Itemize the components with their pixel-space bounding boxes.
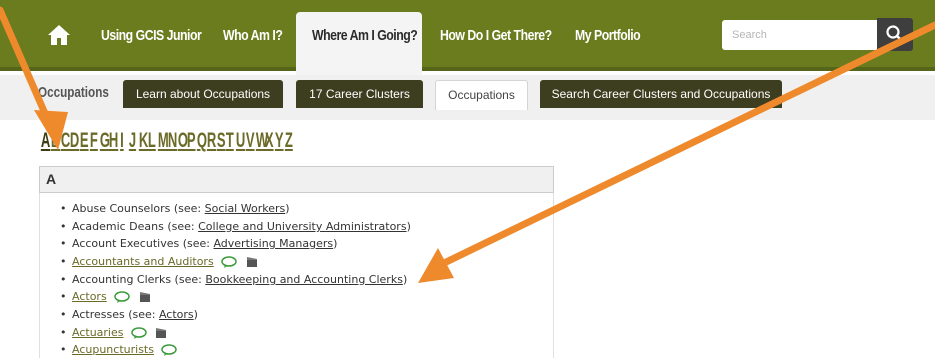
nav-who-am-i[interactable]: Who Am I? xyxy=(223,0,283,71)
list-item: • Actors xyxy=(60,289,150,305)
letter-u[interactable]: U xyxy=(236,128,245,154)
video-icon[interactable] xyxy=(246,257,257,267)
letter-v[interactable]: V xyxy=(246,128,255,154)
letter-k[interactable]: K xyxy=(138,128,147,154)
nav-where-am-i-going-label: Where Am I Going? xyxy=(312,27,418,44)
bullet: • xyxy=(60,273,67,286)
occupation-link[interactable]: Social Workers xyxy=(205,202,286,215)
occupation-link[interactable]: College and University Administrators xyxy=(198,220,406,233)
top-navigation: Using GCIS Junior Who Am I? Where Am I G… xyxy=(0,0,935,75)
letter-g[interactable]: G xyxy=(99,128,109,154)
occupation-link[interactable]: Actors xyxy=(72,290,107,303)
search-icon xyxy=(886,25,903,42)
speech-bubble-icon[interactable] xyxy=(114,291,130,303)
occupation-link[interactable]: Acupuncturists xyxy=(72,343,154,356)
nav-where-am-i-going[interactable]: Where Am I Going? xyxy=(296,12,422,75)
letter-i[interactable]: I xyxy=(119,128,125,154)
list-item: • Actresses (see: Actors) xyxy=(60,308,198,321)
letter-x[interactable]: X xyxy=(265,128,274,154)
speech-bubble-icon[interactable] xyxy=(161,344,178,356)
letter-l[interactable]: L xyxy=(148,128,156,154)
list-item: • Actuaries xyxy=(60,325,167,341)
speech-bubble-icon[interactable] xyxy=(131,327,147,339)
letter-section-heading: A xyxy=(39,166,554,193)
letter-t[interactable]: T xyxy=(226,128,234,154)
letter-f[interactable]: F xyxy=(90,128,98,154)
letter-s[interactable]: S xyxy=(216,128,225,154)
letter-c[interactable]: C xyxy=(60,128,69,154)
letter-h[interactable]: H xyxy=(109,128,118,154)
tab-occupations[interactable]: Occupations xyxy=(435,80,528,110)
letter-e[interactable]: E xyxy=(80,128,89,154)
occupation-link[interactable]: Actors xyxy=(159,308,194,321)
speech-bubble-icon[interactable] xyxy=(221,256,237,268)
letter-a[interactable]: A xyxy=(41,128,50,154)
letter-j[interactable]: J xyxy=(129,128,136,154)
bullet: • xyxy=(60,220,67,233)
list-item: • Accounting Clerks (see: Bookkeeping and… xyxy=(60,273,408,286)
letter-p[interactable]: P xyxy=(187,128,196,154)
letter-z[interactable]: Z xyxy=(285,128,293,154)
occupation-link[interactable]: Actuaries xyxy=(72,326,123,339)
bullet: • xyxy=(60,290,67,303)
search-input[interactable]: Search xyxy=(722,20,877,50)
letter-m[interactable]: M xyxy=(158,128,169,154)
bullet: • xyxy=(60,255,67,268)
letter-r[interactable]: R xyxy=(207,128,216,154)
letter-n[interactable]: N xyxy=(168,128,177,154)
video-icon[interactable] xyxy=(139,292,150,302)
tab-17-career-clusters[interactable]: 17 Career Clusters xyxy=(296,80,423,108)
letter-y[interactable]: Y xyxy=(275,128,284,154)
letter-q[interactable]: Q xyxy=(197,128,207,154)
nav-using-gcis-junior[interactable]: Using GCIS Junior xyxy=(101,0,202,71)
occupation-link[interactable]: Bookkeeping and Accounting Clerks xyxy=(205,273,403,286)
list-item: • Accountants and Auditors xyxy=(60,254,257,270)
alphabet-index: A B C D E F G H I J K L M N O P Q R S T … xyxy=(39,128,293,154)
bullet: • xyxy=(60,326,67,339)
letter-o[interactable]: O xyxy=(177,128,187,154)
list-item: • Account Executives (see: Advertising Ma… xyxy=(60,237,338,250)
tab-search-career-clusters[interactable]: Search Career Clusters and Occupations xyxy=(540,80,782,108)
home-icon[interactable] xyxy=(47,24,71,46)
list-item: • Abuse Counselors (see: Social Workers) xyxy=(60,202,290,215)
tab-learn-about-occupations[interactable]: Learn about Occupations xyxy=(123,80,283,108)
bullet: • xyxy=(60,237,67,250)
bullet: • xyxy=(60,202,67,215)
list-item: • Academic Deans (see: College and Univer… xyxy=(60,220,411,233)
search-button[interactable] xyxy=(877,18,913,51)
bullet: • xyxy=(60,308,67,321)
letter-d[interactable]: D xyxy=(70,128,79,154)
letter-w[interactable]: W xyxy=(255,128,267,154)
bullet: • xyxy=(60,343,67,356)
letter-b[interactable]: B xyxy=(51,128,60,154)
section-label: Occupations xyxy=(38,84,109,101)
video-icon[interactable] xyxy=(156,328,167,338)
nav-how-do-i-get-there[interactable]: How Do I Get There? xyxy=(440,0,552,71)
occupation-link[interactable]: Advertising Managers xyxy=(213,237,333,250)
nav-my-portfolio[interactable]: My Portfolio xyxy=(575,0,641,71)
occupation-link[interactable]: Accountants and Auditors xyxy=(72,255,214,268)
list-item: • Acupuncturists xyxy=(60,342,178,358)
